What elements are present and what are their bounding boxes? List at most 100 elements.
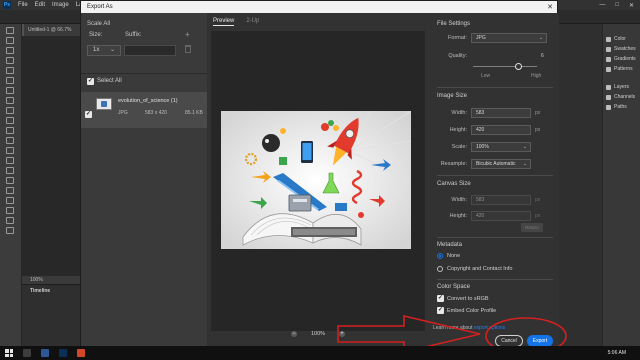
metadata-none-radio[interactable] xyxy=(437,253,443,259)
convert-srgb-checkbox[interactable]: ✓ xyxy=(437,295,444,302)
word-taskbar-icon[interactable] xyxy=(41,349,49,357)
close-icon[interactable]: ✕ xyxy=(543,3,557,11)
type-tool-icon[interactable] xyxy=(6,187,14,194)
divider xyxy=(437,175,553,176)
select-all-checkbox[interactable]: ✓ xyxy=(87,78,94,85)
minimize-icon[interactable]: — xyxy=(599,2,605,8)
format-label: Format: xyxy=(448,35,467,41)
windows-start-icon[interactable] xyxy=(5,349,13,357)
zoom-out-icon[interactable]: − xyxy=(290,331,297,337)
move-tool-icon[interactable] xyxy=(6,27,14,34)
tab-2up[interactable]: 2-Up xyxy=(246,18,259,26)
menu-file[interactable]: File xyxy=(18,2,28,8)
dialog-titlebar: Export As ✕ xyxy=(81,1,557,13)
document-tab[interactable]: Untitled-1 @ 66.7% xyxy=(24,24,80,36)
hand-tool-icon[interactable] xyxy=(6,217,14,224)
zoom-tool-icon[interactable] xyxy=(6,227,14,234)
close-window-icon[interactable]: ✕ xyxy=(629,2,634,9)
format-select[interactable]: JPG ⌄ xyxy=(471,33,547,43)
quality-high-label: High xyxy=(531,73,542,79)
canvas-height-unit: px xyxy=(535,213,541,219)
image-width-label: Width: xyxy=(451,110,467,116)
preview-image xyxy=(221,111,411,249)
healing-tool-icon[interactable] xyxy=(6,97,14,104)
paths-icon xyxy=(606,104,611,110)
tab-preview[interactable]: Preview xyxy=(213,18,235,26)
canvas-width-input[interactable]: 583 xyxy=(471,195,531,205)
quick-select-tool-icon[interactable] xyxy=(6,57,14,64)
image-size-heading: Image Size xyxy=(437,93,468,99)
file-checkbox[interactable]: ✓ xyxy=(85,111,92,118)
assets-pane: Scale All Size: Suffix: + 1x ⌄ ✓ Select … xyxy=(81,13,207,347)
menu-image[interactable]: Image xyxy=(52,2,69,8)
search-taskbar-icon[interactable] xyxy=(23,349,31,357)
resample-label: Resample: xyxy=(440,161,467,167)
scale-select[interactable]: 100% ⌄ xyxy=(471,142,531,152)
frame-tool-icon[interactable] xyxy=(6,77,14,84)
canvas-height-input[interactable]: 420 xyxy=(471,211,531,221)
resample-select[interactable]: Bicubic Automatic ⌄ xyxy=(471,159,531,169)
metadata-copyright-label: Copyright and Contact Info xyxy=(447,266,513,272)
preview-canvas xyxy=(211,31,425,331)
scale-all-heading: Scale All xyxy=(87,21,111,27)
file-dimensions: 583 x 420 xyxy=(145,110,167,116)
size-select[interactable]: 1x ⌄ xyxy=(87,45,121,56)
panel-layers[interactable]: Layers xyxy=(603,82,640,92)
panel-patterns[interactable]: Patterns xyxy=(603,64,640,74)
canvas-width-label: Width: xyxy=(451,197,467,203)
image-width-input[interactable]: 583 xyxy=(471,108,531,118)
shape-tool-icon[interactable] xyxy=(6,207,14,214)
chevron-down-icon: ⌄ xyxy=(522,144,527,150)
resize-button[interactable]: Resize xyxy=(521,223,543,232)
preview-pane: Preview 2-Up − 100% + xyxy=(207,13,429,347)
timeline-panel: Timeline xyxy=(22,284,80,346)
menu-edit[interactable]: Edit xyxy=(35,2,45,8)
divider xyxy=(437,87,553,88)
file-list-item[interactable]: ✓ evolution_of_science (1) JPG 583 x 420… xyxy=(81,92,207,128)
science-illustration xyxy=(221,111,411,249)
zoom-in-icon[interactable]: + xyxy=(339,331,346,337)
quality-label: Quality: xyxy=(448,53,467,59)
panel-channels[interactable]: Channels xyxy=(603,92,640,102)
canvas-width-unit: px xyxy=(535,197,541,203)
lasso-tool-icon[interactable] xyxy=(6,47,14,54)
brush-tool-icon[interactable] xyxy=(6,107,14,114)
add-scale-icon[interactable]: + xyxy=(185,30,190,39)
quality-slider-knob[interactable] xyxy=(515,63,522,70)
panel-paths[interactable]: Paths xyxy=(603,102,640,112)
panel-swatches[interactable]: Swatches xyxy=(603,44,640,54)
photoshop-logo: Ps xyxy=(3,1,11,9)
divider xyxy=(437,237,553,238)
dodge-tool-icon[interactable] xyxy=(6,167,14,174)
windows-taskbar: 5:06 AM xyxy=(0,346,640,360)
stamp-tool-icon[interactable] xyxy=(6,117,14,124)
app-taskbar-icon[interactable] xyxy=(77,349,85,357)
maximize-icon[interactable]: □ xyxy=(615,2,619,8)
gradient-tool-icon[interactable] xyxy=(6,147,14,154)
eraser-tool-icon[interactable] xyxy=(6,137,14,144)
eyedropper-tool-icon[interactable] xyxy=(6,87,14,94)
history-brush-icon[interactable] xyxy=(6,127,14,134)
marquee-tool-icon[interactable] xyxy=(6,37,14,44)
image-height-input[interactable]: 420 xyxy=(471,125,531,135)
photoshop-taskbar-icon[interactable] xyxy=(59,349,67,357)
panel-color[interactable]: Color xyxy=(603,34,640,44)
quality-slider[interactable] xyxy=(473,66,537,67)
panel-gradients[interactable]: Gradients xyxy=(603,54,640,64)
embed-profile-checkbox[interactable]: ✓ xyxy=(437,307,444,314)
export-options-link[interactable]: export options xyxy=(474,325,505,331)
path-select-tool-icon[interactable] xyxy=(6,197,14,204)
quality-low-label: Low xyxy=(481,73,491,79)
image-width-unit: px xyxy=(535,110,541,116)
chevron-down-icon: ⌄ xyxy=(522,161,527,167)
metadata-copyright-radio[interactable] xyxy=(437,266,443,272)
divider xyxy=(81,73,207,74)
color-icon xyxy=(606,36,611,42)
suffix-input[interactable] xyxy=(124,45,176,56)
timeline-label: Timeline xyxy=(30,288,51,294)
trash-icon[interactable] xyxy=(185,45,191,53)
blur-tool-icon[interactable] xyxy=(6,157,14,164)
crop-tool-icon[interactable] xyxy=(6,67,14,74)
canvas-height-label: Height: xyxy=(449,213,467,219)
pen-tool-icon[interactable] xyxy=(6,177,14,184)
